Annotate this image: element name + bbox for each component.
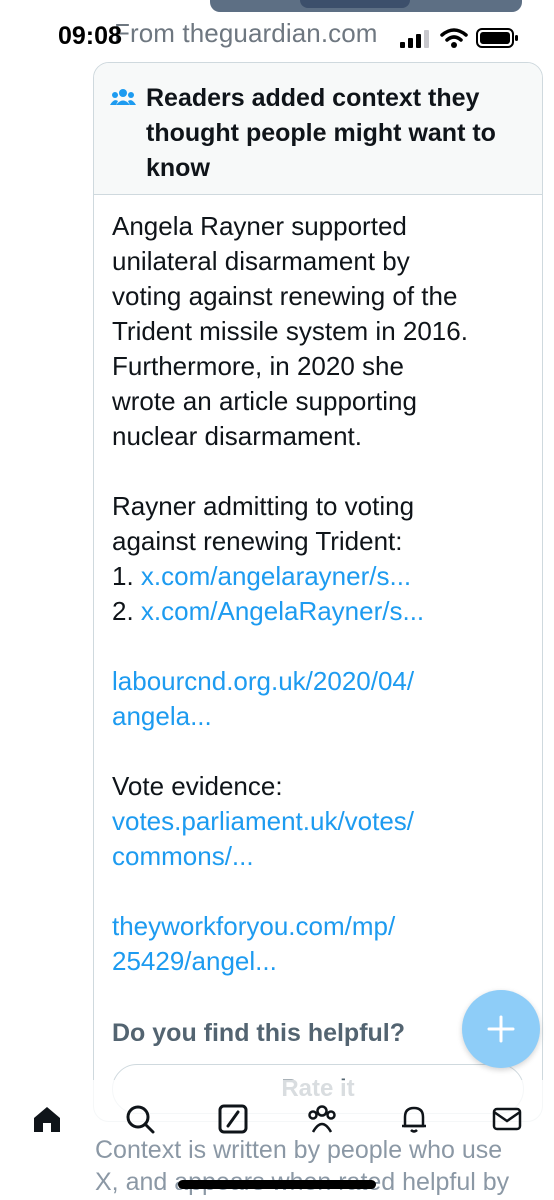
notifications-icon[interactable]: [397, 1102, 431, 1136]
source-link-4-cont[interactable]: commons/...: [112, 839, 537, 874]
home-icon[interactable]: [30, 1102, 64, 1136]
messages-icon[interactable]: [490, 1102, 524, 1136]
note-header: Readers added context they thought peopl…: [94, 63, 542, 195]
wifi-icon: [440, 28, 468, 48]
battery-icon: [476, 28, 518, 48]
list-item: 1. x.com/angelarayner/s...: [112, 559, 537, 594]
home-indicator: [178, 1180, 376, 1189]
note-line: voting against renewing of the: [112, 281, 458, 311]
note-line: wrote an article supporting: [112, 386, 417, 416]
helpful-question: Do you find this helpful?: [112, 1019, 406, 1047]
source-link-5[interactable]: theyworkforyou.com/mp/: [112, 909, 537, 944]
grok-icon[interactable]: [216, 1102, 250, 1136]
source-link-4[interactable]: votes.parliament.uk/votes/: [112, 804, 537, 839]
note-line: Angela Rayner supported: [112, 211, 407, 241]
note-line: Furthermore, in 2020 she: [112, 351, 404, 381]
communities-icon[interactable]: [305, 1102, 339, 1136]
note-line: Trident missile system in 2016.: [112, 316, 468, 346]
source-link-5-cont[interactable]: 25429/angel...: [112, 944, 537, 979]
source-link-3-cont[interactable]: angela...: [112, 699, 537, 734]
compose-fab[interactable]: [462, 990, 540, 1068]
search-icon[interactable]: [123, 1102, 157, 1136]
list-item: 2. x.com/AngelaRayner/s...: [112, 594, 537, 629]
people-icon: [110, 89, 136, 105]
plus-icon: [487, 1015, 515, 1043]
list-number: 1.: [112, 561, 134, 591]
note-header-title: Readers added context they thought peopl…: [146, 84, 496, 182]
note-line: unilateral disarmament by: [112, 246, 410, 276]
context-line-1: Context is written by people who use: [95, 1136, 503, 1164]
note-line: against renewing Trident:: [112, 526, 403, 556]
cellular-signal-icon: [400, 30, 429, 48]
status-icons: [400, 24, 520, 52]
note-line: Rayner admitting to voting: [112, 491, 415, 521]
community-note-card: Readers added context they thought peopl…: [93, 62, 543, 1122]
top-media-edge: [0, 0, 554, 12]
source-link-3[interactable]: labourcnd.org.uk/2020/04/: [112, 664, 537, 699]
source-link-1[interactable]: x.com/angelarayner/s...: [141, 561, 411, 591]
source-domain[interactable]: From theguardian.com: [114, 18, 378, 49]
note-line: nuclear disarmament.: [112, 421, 362, 451]
status-time: 09:08: [58, 22, 122, 50]
list-number: 2.: [112, 596, 134, 626]
note-body: Angela Rayner supported unilateral disar…: [112, 209, 537, 979]
source-link-2[interactable]: x.com/AngelaRayner/s...: [141, 596, 424, 626]
vote-evidence-label: Vote evidence:: [112, 771, 283, 801]
